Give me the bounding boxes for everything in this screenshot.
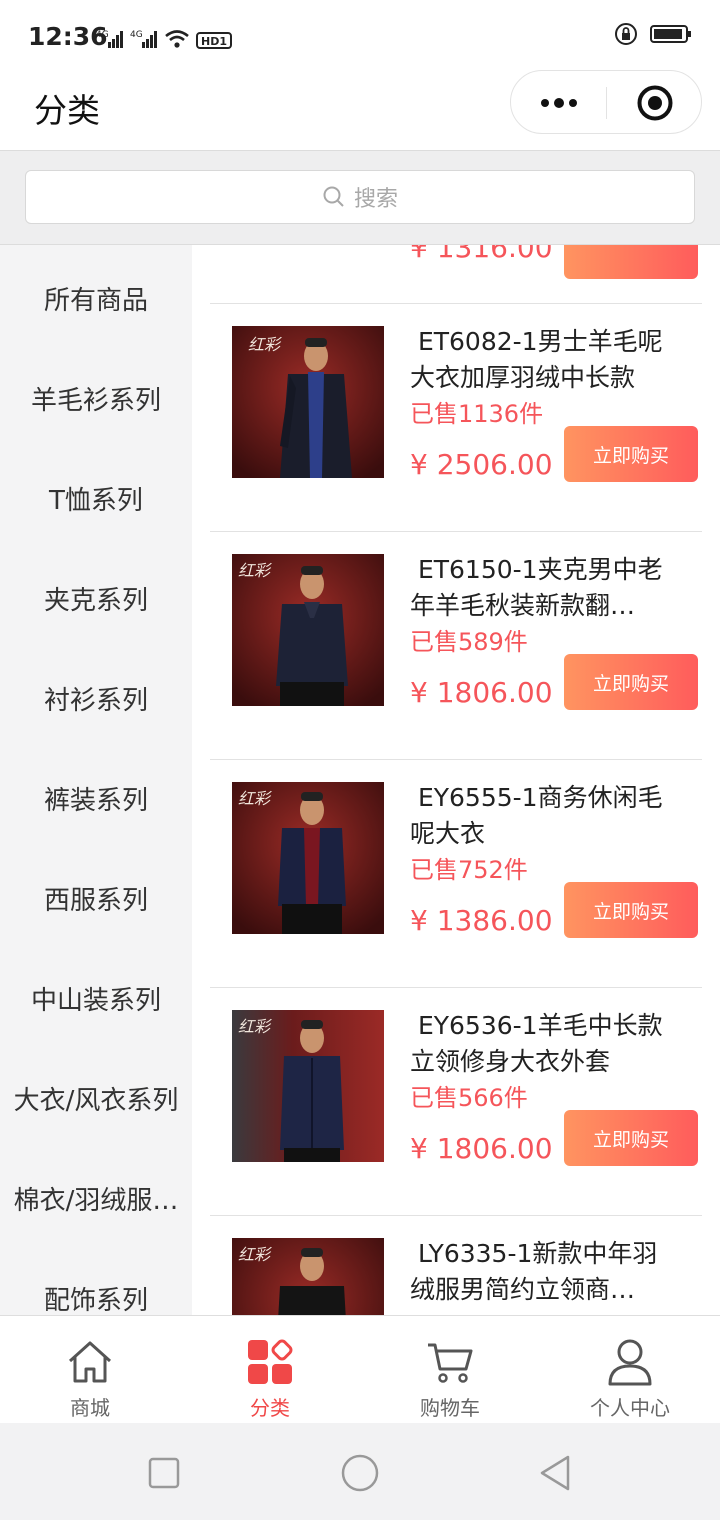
product-sold-count: 已售752件 — [410, 856, 528, 884]
product-sold-count: 已售589件 — [410, 628, 528, 656]
rotation-lock-icon — [615, 23, 637, 45]
product-image[interactable]: 红彩 — [232, 554, 384, 706]
title-bar: 分类 — [0, 70, 720, 150]
product-card[interactable]: 红彩 ET6150-1夹克男中老 年羊毛秋装新款翻… 已售589件 ¥ 1806… — [210, 531, 702, 759]
circle-icon — [341, 1454, 379, 1492]
status-right — [614, 22, 692, 46]
user-icon — [604, 1336, 656, 1388]
product-price: ¥ 1806.00 — [410, 1132, 553, 1165]
product-list: ¥ 1316.00 红彩 ET6082-1男士羊毛呢 大衣加厚羽绒中长款 已售1… — [192, 245, 720, 1315]
tab-mall[interactable]: 商城 — [0, 1316, 180, 1424]
sidebar-item-down[interactable]: 棉衣/羽绒服… — [0, 1148, 192, 1248]
product-name[interactable]: ET6150-1夹克男中老 年羊毛秋装新款翻… — [410, 552, 678, 624]
brand-mark: 红彩 — [238, 1245, 272, 1264]
home-icon — [64, 1336, 116, 1388]
svg-text:4G: 4G — [130, 30, 143, 40]
hd-icon: HD1 — [196, 32, 232, 49]
signal-icon: 4G — [96, 30, 123, 48]
tab-profile[interactable]: 个人中心 — [540, 1316, 720, 1424]
category-sidebar: 所有商品 羊毛衫系列 T恤系列 夹克系列 衬衫系列 裤装系列 西服系列 中山装系… — [0, 245, 192, 1315]
product-price: ¥ 1806.00 — [410, 676, 553, 709]
tab-label: 分类 — [250, 1396, 290, 1420]
brand-mark: 红彩 — [238, 561, 272, 580]
product-price: ¥ 2506.00 — [410, 448, 553, 481]
search-area: 搜索 — [0, 150, 720, 245]
product-image[interactable]: 红彩 — [232, 1010, 384, 1162]
sidebar-item-zhongshan[interactable]: 中山装系列 — [0, 948, 192, 1048]
tab-category[interactable]: 分类 — [180, 1316, 360, 1424]
sidebar-item-shirt[interactable]: 衬衫系列 — [0, 648, 192, 748]
buy-now-button[interactable]: 立即购买 — [564, 654, 698, 710]
product-sold-count: 已售566件 — [410, 1084, 528, 1112]
status-bar: 12:36 4G 4G HD1 — [0, 0, 720, 72]
search-input[interactable]: 搜索 — [25, 170, 695, 224]
signal-icon-2: 4G — [130, 30, 157, 48]
sidebar-item-all[interactable]: 所有商品 — [0, 248, 192, 348]
tab-label: 购物车 — [420, 1396, 480, 1420]
product-image[interactable]: 红彩 — [232, 782, 384, 934]
page-title: 分类 — [34, 91, 100, 130]
sidebar-item-accessories[interactable]: 配饰系列 — [0, 1248, 192, 1316]
buy-now-button[interactable]: 立即购买 — [564, 426, 698, 482]
sidebar-item-suit[interactable]: 西服系列 — [0, 848, 192, 948]
product-card[interactable]: 红彩 LY6335-1新款中年羽 绒服男简约立领商… — [210, 1215, 702, 1315]
capsule-divider — [606, 87, 607, 119]
cart-icon — [424, 1336, 476, 1388]
partial-buy-button[interactable] — [564, 245, 698, 279]
product-sold-count: 已售1136件 — [410, 400, 544, 428]
back-triangle-icon — [540, 1455, 570, 1491]
product-price: ¥ 1386.00 — [410, 904, 553, 937]
product-image[interactable]: 红彩 — [232, 1238, 384, 1315]
product-name[interactable]: EY6536-1羊毛中长款 立领修身大衣外套 — [410, 1008, 678, 1080]
sidebar-item-jacket[interactable]: 夹克系列 — [0, 548, 192, 648]
buy-now-button[interactable]: 立即购买 — [564, 882, 698, 938]
partial-price: ¥ 1316.00 — [410, 245, 553, 264]
battery-icon — [650, 25, 691, 43]
product-card[interactable]: 红彩 EY6555-1商务休闲毛 呢大衣 已售752件 ¥ 1386.00 立即… — [210, 759, 702, 987]
product-card[interactable]: 红彩 EY6536-1羊毛中长款 立领修身大衣外套 已售566件 ¥ 1806.… — [210, 987, 702, 1215]
tab-cart[interactable]: 购物车 — [360, 1316, 540, 1424]
back-button[interactable] — [534, 1451, 578, 1495]
sidebar-item-pants[interactable]: 裤装系列 — [0, 748, 192, 848]
category-icon — [244, 1336, 296, 1388]
buy-now-button[interactable]: 立即购买 — [564, 1110, 698, 1166]
recents-button[interactable] — [142, 1451, 186, 1495]
close-button[interactable] — [631, 83, 679, 123]
brand-mark: 红彩 — [248, 335, 282, 354]
tab-label: 商城 — [70, 1396, 110, 1420]
brand-mark: 红彩 — [238, 1017, 272, 1036]
bottom-tab-bar: 商城 分类 购物车 个人中心 — [0, 1315, 720, 1423]
brand-mark: 红彩 — [238, 789, 272, 808]
search-placeholder: 搜索 — [353, 187, 398, 212]
system-nav-bar — [0, 1423, 720, 1520]
svg-text:HD1: HD1 — [201, 35, 227, 48]
product-name[interactable]: LY6335-1新款中年羽 绒服男简约立领商… — [410, 1236, 678, 1308]
square-icon — [148, 1457, 180, 1489]
product-card[interactable]: 红彩 ET6082-1男士羊毛呢 大衣加厚羽绒中长款 已售1136件 ¥ 250… — [210, 303, 702, 531]
home-button[interactable] — [338, 1451, 382, 1495]
mini-program-capsule — [510, 70, 702, 134]
tab-label: 个人中心 — [590, 1396, 670, 1420]
status-icons: 4G 4G HD1 — [96, 24, 232, 50]
svg-text:4G: 4G — [96, 30, 109, 40]
product-name[interactable]: EY6555-1商务休闲毛 呢大衣 — [410, 780, 678, 852]
wifi-icon — [165, 30, 189, 48]
search-icon — [323, 186, 344, 207]
sidebar-item-tshirt[interactable]: T恤系列 — [0, 448, 192, 548]
product-name[interactable]: ET6082-1男士羊毛呢 大衣加厚羽绒中长款 — [410, 324, 678, 396]
ellipsis-icon — [541, 98, 577, 108]
target-icon — [637, 85, 673, 121]
more-button[interactable] — [535, 87, 583, 119]
product-image[interactable]: 红彩 — [232, 326, 384, 478]
sidebar-item-coat[interactable]: 大衣/风衣系列 — [0, 1048, 192, 1148]
sidebar-item-sweater[interactable]: 羊毛衫系列 — [0, 348, 192, 448]
